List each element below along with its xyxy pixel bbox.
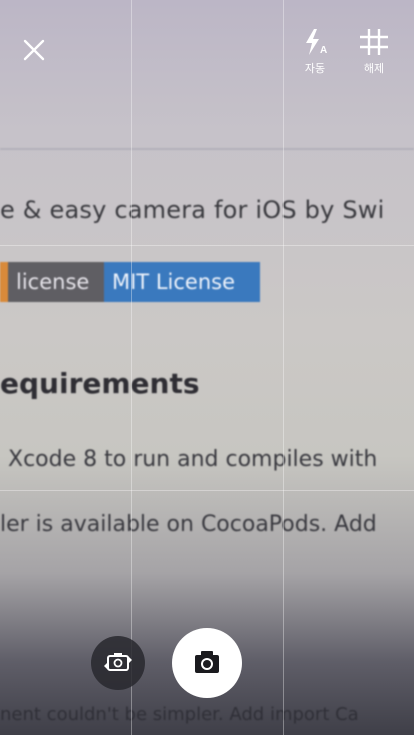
- grid-line: [0, 490, 414, 491]
- svg-text:A: A: [320, 45, 327, 56]
- scene-badge-mit: MIT License: [104, 262, 260, 302]
- switch-camera-icon: [104, 653, 132, 671]
- close-button[interactable]: [18, 34, 50, 66]
- scene-text-line: Xcode 8 to run and compiles with: [8, 447, 378, 472]
- flash-mode-label: 자동: [304, 62, 326, 75]
- grid-line: [0, 245, 414, 246]
- grid-toggle-button[interactable]: 해제: [352, 26, 396, 76]
- scene-text-line: nent couldn't be simpler. Add import Ca: [0, 704, 359, 725]
- close-icon: [23, 39, 45, 61]
- flash-auto-icon: A: [306, 29, 327, 56]
- grid-line: [283, 0, 284, 735]
- shutter-button[interactable]: [172, 628, 242, 698]
- scene-heading: equirements: [0, 367, 200, 400]
- scene-badge-edge: [0, 262, 8, 302]
- grid-icon: [360, 29, 388, 55]
- camera-viewfinder[interactable]: e & easy camera for iOS by Swi license M…: [0, 0, 414, 735]
- switch-camera-button[interactable]: [91, 636, 145, 690]
- grid-line: [131, 0, 132, 735]
- flash-button[interactable]: A 자동: [296, 26, 334, 76]
- captured-scene: e & easy camera for iOS by Swi license M…: [0, 0, 414, 735]
- page-divider: [0, 148, 414, 150]
- scene-badge-license: license: [8, 262, 104, 302]
- grid-mode-label: 해제: [363, 62, 385, 75]
- camera-icon: [195, 651, 219, 673]
- scene-text-line: ler is available on CocoaPods. Add: [0, 512, 377, 537]
- scene-tagline: e & easy camera for iOS by Swi: [0, 196, 385, 224]
